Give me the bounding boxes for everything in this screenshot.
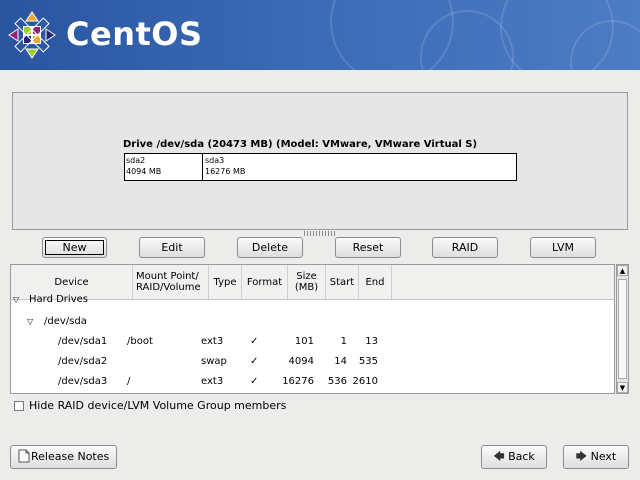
lvm-button-label: LVM [552,241,574,254]
cell-type: ext3 [201,376,224,387]
delete-button[interactable]: Delete [237,237,303,258]
reset-button[interactable]: Reset [335,237,401,258]
centos-logo-icon [8,11,56,59]
tree-row-disk[interactable]: ▽ /dev/sda [11,312,614,332]
group-label: Hard Drives [29,294,88,305]
drive-segment-sda3[interactable]: sda3 16276 MB [204,154,504,180]
brand-name: CentOS [66,15,203,53]
segment-name: sda2 [126,156,146,165]
partition-table[interactable]: Device Mount Point/ RAID/Volume Type For… [10,264,615,394]
back-arrow-icon: 🡄 [493,450,505,463]
edit-button-label: Edit [161,241,183,254]
back-button-label: Back [508,450,535,463]
header-banner: CentOS [0,0,640,70]
cell-size: 16276 [282,376,314,387]
cell-type: swap [201,356,227,367]
header-label: Start [329,276,355,288]
pane-resize-handle[interactable] [304,231,336,236]
tree-row-group[interactable]: ▽ Hard Drives [11,294,614,306]
cell-size: 4094 [288,356,314,367]
release-notes-button[interactable]: Release Notes [10,445,117,469]
drive-bar: sda2 4094 MB sda3 16276 MB [124,153,517,181]
header-label: Mount Point/ RAID/Volume [136,271,201,293]
reset-button-label: Reset [352,241,384,254]
header-label: Format [246,276,283,288]
release-notes-label: Release Notes [31,450,110,463]
cell-device: /dev/sda3 [58,376,108,387]
table-row[interactable]: /dev/sda2 swap ✓ 4094 14 535 [11,352,614,372]
cell-device: /dev/sda2 [58,356,108,367]
header-label: End [365,276,385,288]
scroll-down-icon[interactable]: ▼ [617,382,628,393]
delete-button-label: Delete [251,241,289,254]
expander-icon[interactable]: ▽ [13,294,19,306]
hide-raid-label[interactable]: Hide RAID device/LVM Volume Group member… [29,399,286,412]
cell-start: 1 [340,336,347,347]
scroll-up-icon[interactable]: ▲ [617,265,628,276]
expander-icon[interactable]: ▽ [27,312,33,332]
cell-device: /dev/sda1 [58,336,108,347]
hide-raid-checkbox[interactable] [14,401,24,411]
cell-end: 13 [365,336,378,347]
raid-button[interactable]: RAID [432,237,498,258]
cell-format: ✓ [250,356,259,367]
cell-mount: / [127,376,131,387]
header-label: Size (MB) [294,271,319,293]
new-button[interactable]: New [42,237,107,258]
table-row[interactable]: /dev/sda3 / ext3 ✓ 16276 536 2610 [11,372,614,392]
header-label: Type [213,276,237,288]
cell-size: 101 [294,336,314,347]
edit-button[interactable]: Edit [139,237,205,258]
segment-name: sda3 [205,156,225,165]
new-button-label: New [62,241,87,254]
segment-size: 16276 MB [205,167,246,176]
cell-start: 14 [334,356,347,367]
lvm-button[interactable]: LVM [530,237,596,258]
next-button-label: Next [590,450,617,463]
segment-size: 4094 MB [126,167,162,176]
next-arrow-icon: 🡆 [575,450,588,463]
cell-format: ✓ [250,376,259,387]
cell-start: 536 [327,376,347,387]
scroll-thumb[interactable] [618,279,627,379]
cell-type: ext3 [201,336,224,347]
table-row[interactable]: /dev/sda1 /boot ext3 ✓ 101 1 13 [11,332,614,352]
disk-label: /dev/sda [44,316,87,327]
raid-button-label: RAID [451,241,479,254]
cell-end: 535 [358,356,378,367]
cell-format: ✓ [250,336,259,347]
cell-end: 2610 [352,376,378,387]
back-button[interactable]: 🡄 Back [481,445,547,469]
drive-segment-sda2[interactable]: sda2 4094 MB [125,154,203,180]
header-label: Device [54,276,89,288]
document-icon [18,449,30,463]
drive-panel: Drive /dev/sda (20473 MB) (Model: VMware… [12,92,628,230]
next-button[interactable]: 🡆 Next [563,445,629,469]
cell-mount: /boot [127,336,153,347]
table-scrollbar[interactable]: ▲ ▼ [616,264,629,394]
drive-title: Drive /dev/sda (20473 MB) (Model: VMware… [123,139,478,150]
